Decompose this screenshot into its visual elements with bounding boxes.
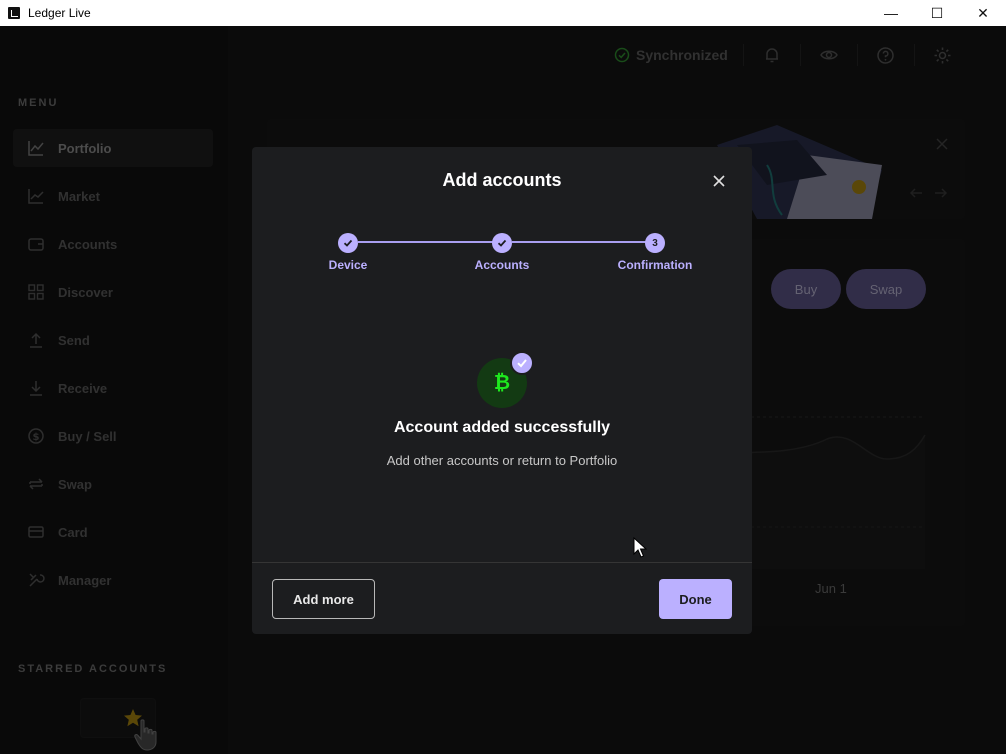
- close-window-button[interactable]: ✕: [960, 0, 1006, 26]
- success-subtitle: Add other accounts or return to Portfoli…: [386, 453, 618, 468]
- close-icon: [713, 175, 725, 187]
- stepper-line: [358, 241, 502, 243]
- check-icon: [517, 359, 527, 368]
- minimize-button[interactable]: —: [868, 0, 914, 26]
- modal-footer-divider: [252, 562, 752, 563]
- modal-close-button[interactable]: [709, 171, 729, 191]
- step-label-accounts: Accounts: [474, 258, 530, 272]
- step-confirmation-number: 3: [645, 233, 665, 253]
- add-accounts-modal: Add accounts 3 Device Accounts Confirmat…: [252, 147, 752, 634]
- stepper-line: [512, 241, 655, 243]
- step-accounts-check: [492, 233, 512, 253]
- maximize-button[interactable]: ☐: [914, 0, 960, 26]
- step-label-device: Device: [328, 258, 368, 272]
- window-title: Ledger Live: [28, 6, 91, 20]
- step-label-confirmation: Confirmation: [617, 258, 693, 272]
- done-button[interactable]: Done: [659, 579, 732, 619]
- window-titlebar: Ledger Live — ☐ ✕: [0, 0, 1006, 26]
- step-device-check: [338, 233, 358, 253]
- check-icon: [343, 239, 353, 247]
- ledger-app-icon: [8, 7, 20, 19]
- check-icon: [497, 239, 507, 247]
- add-more-button[interactable]: Add more: [272, 579, 375, 619]
- success-check-badge: [510, 351, 534, 375]
- modal-title: Add accounts: [442, 170, 562, 190]
- success-title: Account added successfully: [393, 419, 611, 436]
- mouse-pointer-icon: [633, 537, 647, 558]
